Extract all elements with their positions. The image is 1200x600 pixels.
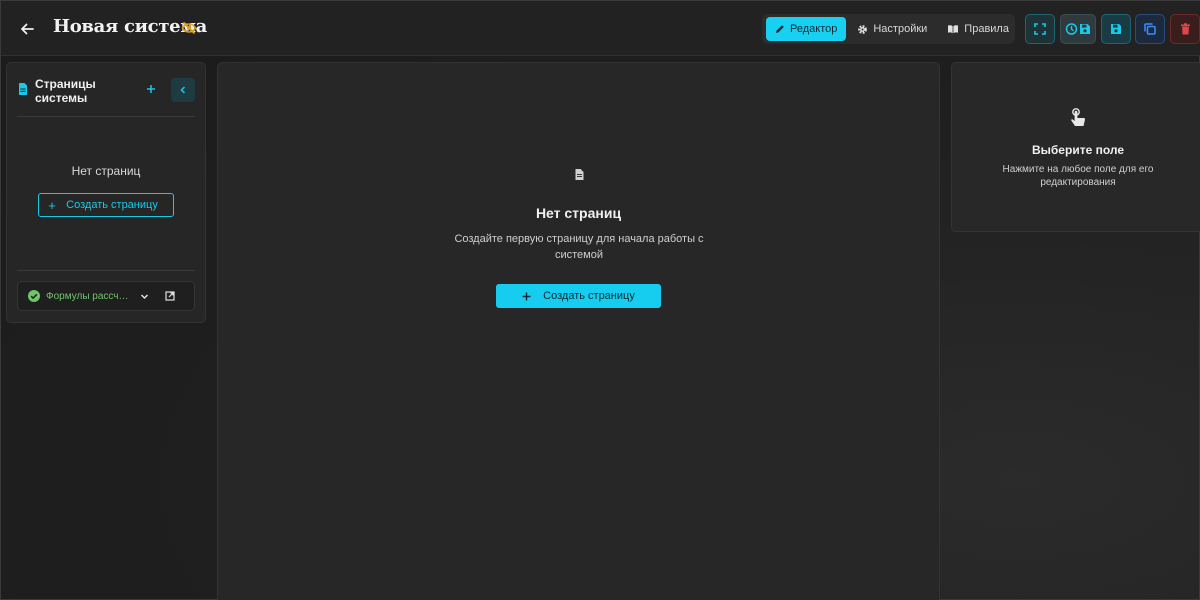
trash-icon: [1180, 23, 1190, 35]
sidebar-empty-text: Нет страниц: [71, 164, 141, 178]
eye-off-icon[interactable]: [181, 20, 197, 36]
tab-rules[interactable]: Правила: [938, 17, 1018, 41]
copy-icon: [1144, 23, 1156, 35]
plus-icon: [147, 85, 155, 93]
sidebar-create-page-button[interactable]: + Создать страницу: [38, 193, 174, 217]
formulas-label: Формулы рассчета: [46, 290, 130, 302]
clock-save-icon: [1065, 23, 1090, 35]
create-page-label: Создать страницу: [543, 290, 635, 302]
book-icon: [948, 25, 959, 34]
sidebar-create-page-label: Создать страницу: [66, 199, 158, 211]
divider: [17, 116, 195, 117]
divider: [17, 270, 195, 271]
properties-title: Выберите поле: [1031, 143, 1124, 157]
create-page-button[interactable]: Создать страницу: [496, 284, 661, 308]
tab-settings[interactable]: Настройки: [848, 17, 936, 41]
document-icon: [19, 83, 27, 95]
plus-icon: +: [48, 197, 56, 213]
chevron-left-icon: [180, 86, 186, 94]
open-external-icon[interactable]: [165, 291, 175, 301]
floppy-icon: [1111, 24, 1121, 34]
tab-settings-label: Настройки: [873, 23, 928, 35]
app-window: Новая система Редактор Настройки Правила…: [0, 0, 1200, 600]
copy-button[interactable]: [1135, 14, 1165, 44]
gear-icon: [858, 24, 868, 34]
tab-editor[interactable]: Редактор: [766, 17, 847, 41]
collapse-sidebar-button[interactable]: [171, 78, 195, 102]
save-button[interactable]: [1101, 14, 1131, 44]
delete-button[interactable]: [1170, 14, 1200, 44]
pointer-hand-icon: [1071, 108, 1086, 126]
arrow-left-icon: [21, 23, 34, 35]
chevron-down-icon[interactable]: [140, 292, 149, 301]
autosave-history-button[interactable]: [1060, 14, 1096, 44]
pencil-icon: [776, 25, 784, 33]
plus-icon: [522, 292, 531, 300]
editor-canvas: Нет страниц Создайте первую страницу для…: [217, 62, 940, 600]
pages-sidebar: Страницы системы Нет страниц + Создать с…: [6, 62, 206, 323]
expand-icon: [1034, 23, 1046, 35]
formulas-section[interactable]: Формулы рассчета: [17, 281, 195, 311]
properties-description: Нажмите на любое поле для его редактиров…: [1002, 164, 1154, 188]
tab-rules-label: Правила: [964, 23, 1009, 35]
canvas-empty-description: Создайте первую страницу для начала рабо…: [454, 233, 704, 261]
document-icon: [575, 169, 584, 180]
tab-editor-label: Редактор: [790, 23, 838, 35]
back-button[interactable]: [13, 15, 41, 43]
canvas-empty-title: Нет страниц: [535, 205, 622, 221]
mode-tabs: Редактор Настройки Правила: [762, 14, 1015, 44]
properties-panel: Выберите поле Нажмите на любое поле для …: [951, 62, 1200, 232]
add-page-button[interactable]: [143, 81, 159, 97]
fullscreen-button[interactable]: [1025, 14, 1055, 44]
sidebar-title: Страницы системы: [35, 77, 96, 105]
top-bar: Новая система Редактор Настройки Правила: [1, 1, 1200, 56]
check-circle-icon: [28, 290, 40, 302]
